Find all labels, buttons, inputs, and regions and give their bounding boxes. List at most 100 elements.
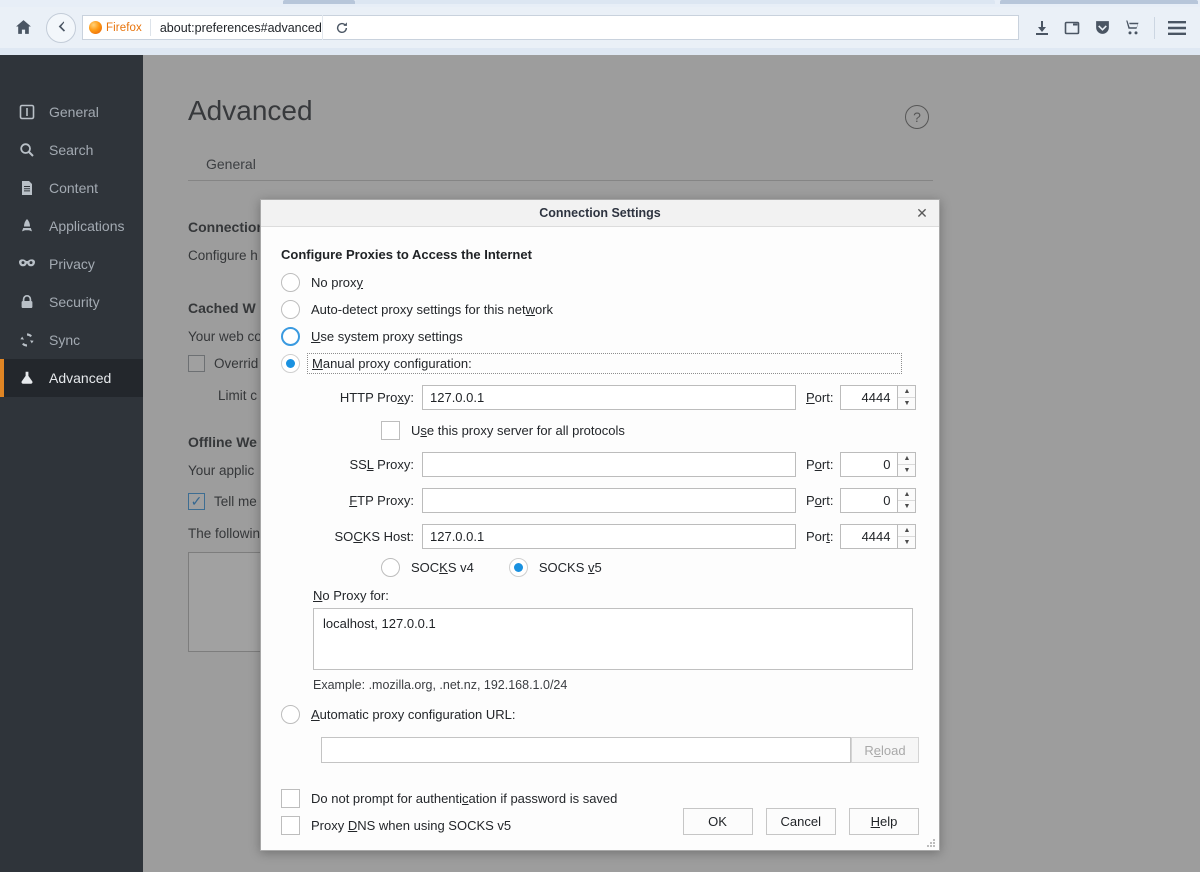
sidebar-item-applications[interactable]: Applications [0,207,143,245]
field-row-ssl: SSL Proxy: Port: 0 ▲ ▼ [281,449,919,480]
cart-icon[interactable] [1117,13,1147,43]
pac-url-input[interactable] [321,737,851,763]
socks-host-label: SOCKS Host: [281,529,414,544]
http-port-value[interactable]: 4444 [840,385,897,410]
ssl-proxy-input[interactable] [422,452,796,477]
ftp-proxy-input[interactable] [422,488,796,513]
sidebar-item-security[interactable]: Security [0,283,143,321]
spin-up-icon[interactable]: ▲ [898,386,915,398]
socks-port-spin-buttons[interactable]: ▲ ▼ [897,524,916,549]
radio-system-proxy[interactable]: Use system proxy settings [281,323,919,350]
spin-down-icon[interactable]: ▼ [898,501,915,512]
radio-pac-url[interactable]: Automatic proxy configuration URL: [281,701,919,728]
sidebar-item-content[interactable]: Content [0,169,143,207]
url-text[interactable]: about:preferences#advanced [151,21,322,35]
identity-label: Firefox [106,22,142,34]
help-button[interactable]: Help [849,808,919,835]
resize-grip[interactable] [926,839,936,849]
sidebar-item-general[interactable]: General [0,93,143,131]
back-arrow-icon [54,19,69,37]
radio-socks-v5[interactable]: SOCKS v5 [509,554,602,581]
pac-reload-button[interactable]: Reload [851,737,919,763]
socks-port-stepper[interactable]: 4444 ▲ ▼ [840,524,916,549]
radio-label: No proxy [311,275,363,290]
toolbar-divider [1154,17,1155,39]
close-icon[interactable]: ✕ [913,204,931,222]
cancel-button[interactable]: Cancel [766,808,836,835]
socks-host-value: 127.0.0.1 [430,529,484,544]
tab-sliver-3[interactable] [1000,0,1198,4]
radio-label: Automatic proxy configuration URL: [311,707,515,722]
hamburger-menu-icon[interactable] [1162,13,1192,43]
privacy-mask-icon [16,253,38,275]
tab-sliver-2[interactable] [355,0,995,4]
checkbox-all-protocols[interactable]: Use this proxy server for all protocols [381,417,919,444]
sidebar-item-label: Sync [49,332,80,348]
radio-indicator [509,558,528,577]
sidebar-item-search[interactable]: Search [0,131,143,169]
spin-down-icon[interactable]: ▼ [898,398,915,409]
radio-indicator [281,327,300,346]
url-bar[interactable]: Firefox about:preferences#advanced [82,15,1019,40]
ftp-port-label: Port: [806,493,833,508]
radio-manual-proxy[interactable]: Manual proxy configuration: [281,350,919,377]
security-lock-icon [16,291,38,313]
sidebar-item-privacy[interactable]: Privacy [0,245,143,283]
back-button[interactable] [46,13,76,43]
site-identity-block[interactable]: Firefox [83,19,151,36]
radio-label: Auto-detect proxy settings for this netw… [311,302,553,317]
sidebar-item-advanced[interactable]: Advanced [0,359,143,397]
spin-down-icon[interactable]: ▼ [898,465,915,476]
ftp-port-spin-buttons[interactable]: ▲ ▼ [897,488,916,513]
radio-indicator [281,300,300,319]
no-proxy-textarea[interactable]: localhost, 127.0.0.1 [313,608,913,670]
ftp-port-stepper[interactable]: 0 ▲ ▼ [840,488,916,513]
dialog-body: Configure Proxies to Access the Internet… [261,227,939,851]
dialog-button-row: OK Cancel Help [683,808,919,835]
radio-socks-v4[interactable]: SOCKS v4 [381,554,474,581]
spin-up-icon[interactable]: ▲ [898,525,915,537]
http-proxy-input[interactable]: 127.0.0.1 [422,385,796,410]
field-row-http: HTTP Proxy: 127.0.0.1 Port: 4444 ▲ ▼ [281,382,919,413]
content-document-icon [16,177,38,199]
http-port-stepper[interactable]: 4444 ▲ ▼ [840,385,916,410]
radio-auto-detect[interactable]: Auto-detect proxy settings for this netw… [281,296,919,323]
checkbox-box [281,789,300,808]
radio-indicator [281,705,300,724]
ssl-port-value[interactable]: 0 [840,452,897,477]
socks-host-input[interactable]: 127.0.0.1 [422,524,796,549]
sync-refresh-icon [16,329,38,351]
tab-strip[interactable] [0,0,1200,7]
browser-chrome: Firefox about:preferences#advanced [0,0,1200,55]
proxy-section-title: Configure Proxies to Access the Internet [281,247,919,262]
socks-version-group: SOCKS v4 SOCKS v5 [381,552,919,582]
spin-up-icon[interactable]: ▲ [898,453,915,465]
reader-window-icon[interactable] [1057,13,1087,43]
socks-port-value[interactable]: 4444 [840,524,897,549]
dialog-title-bar: Connection Settings ✕ [261,200,939,227]
chrome-bottom-edge [0,48,1200,55]
tab-sliver-1[interactable] [283,0,355,4]
pac-url-row: Reload [321,737,919,763]
spin-down-icon[interactable]: ▼ [898,537,915,548]
ssl-port-spin-buttons[interactable]: ▲ ▼ [897,452,916,477]
preferences-page: General Search Content Applications Priv [0,55,1200,872]
ftp-port-value[interactable]: 0 [840,488,897,513]
sidebar-item-label: Content [49,180,98,196]
radio-no-proxy[interactable]: No proxy [281,269,919,296]
ssl-port-stepper[interactable]: 0 ▲ ▼ [840,452,916,477]
sidebar-item-label: Privacy [49,256,95,272]
spin-up-icon[interactable]: ▲ [898,489,915,501]
radio-label: Manual proxy configuration: [307,353,902,374]
checkbox-label: Use this proxy server for all protocols [411,423,625,438]
home-icon[interactable] [8,13,38,43]
connection-settings-dialog: Connection Settings ✕ Configure Proxies … [260,199,940,851]
pocket-icon[interactable] [1087,13,1117,43]
http-proxy-label: HTTP Proxy: [281,390,414,405]
download-icon[interactable] [1027,13,1057,43]
radio-indicator [281,273,300,292]
reload-icon[interactable] [322,15,362,40]
http-port-spin-buttons[interactable]: ▲ ▼ [897,385,916,410]
sidebar-item-sync[interactable]: Sync [0,321,143,359]
ok-button[interactable]: OK [683,808,753,835]
